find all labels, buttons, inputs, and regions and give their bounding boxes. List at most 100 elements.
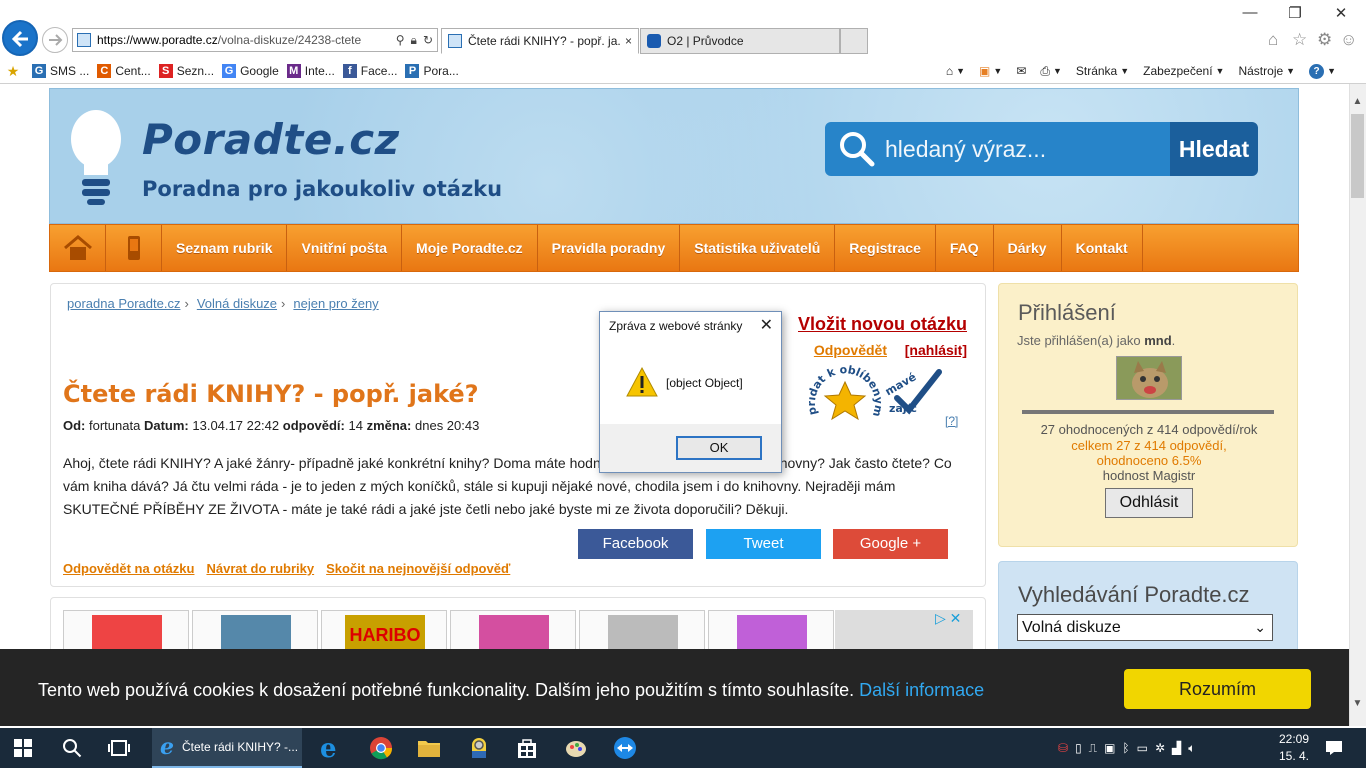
question-body: Ahoj, čtete rádi KNIHY? A jaké žánry- př…	[63, 455, 952, 517]
tray-security-icon[interactable]: ▣	[1104, 741, 1115, 755]
favorite-item[interactable]: S Sezn...	[158, 63, 214, 78]
tab-active[interactable]: Čtete rádi KNIHY? - popř. ja... ×	[441, 28, 639, 54]
cmd-tools[interactable]: Nástroje ▼	[1238, 64, 1295, 78]
chrome-icon[interactable]	[369, 736, 393, 760]
rss-feed-icon[interactable]: ▣ ▼	[979, 64, 1002, 78]
tray-app-icon[interactable]: ⛁	[1058, 741, 1068, 755]
nav-item[interactable]: Kontakt	[1062, 225, 1143, 271]
answer-link[interactable]: Odpovědět	[814, 342, 887, 358]
favorites-star-icon[interactable]: ★	[6, 64, 20, 78]
bluetooth-icon[interactable]: ᛒ	[1122, 741, 1129, 755]
twitter-share-button[interactable]: Tweet	[706, 529, 821, 559]
edge-icon[interactable]: e	[320, 734, 337, 764]
wifi-signal-icon[interactable]: ▟	[1172, 741, 1181, 755]
help-icon[interactable]: ? ▼	[1309, 63, 1336, 79]
battery-icon[interactable]: ▭	[1137, 741, 1148, 755]
scrollbar-thumb[interactable]	[1351, 114, 1364, 198]
tray-safely-remove-icon[interactable]: ⎍	[1089, 741, 1097, 756]
home-icon[interactable]: ⌂	[1268, 30, 1278, 50]
google-plus-share-button[interactable]: Google +	[833, 529, 948, 559]
breadcrumb-home[interactable]: poradna Poradte.cz	[67, 296, 180, 311]
smiley-icon[interactable]: ☺	[1340, 30, 1357, 50]
favorite-item[interactable]: f Face...	[342, 63, 397, 78]
nav-item[interactable]: Pravidla poradny	[538, 225, 681, 271]
minimize-icon[interactable]: —	[1240, 4, 1260, 21]
settings-gear-icon[interactable]: ⚙	[1317, 30, 1332, 50]
minion-app-icon[interactable]	[467, 736, 491, 760]
print-icon[interactable]: ⎙ ▼	[1040, 64, 1062, 79]
avatar[interactable]	[1116, 356, 1182, 400]
jump-to-newest-link[interactable]: Skočit na nejnovější odpověď	[326, 561, 510, 576]
url-text[interactable]: https://www.poradte.cz/volna-diskuze/242…	[97, 33, 392, 47]
favorites-star-icon[interactable]: ☆	[1292, 30, 1307, 50]
favorite-label: Pora...	[423, 63, 459, 78]
favorite-item[interactable]: C Cent...	[97, 63, 151, 78]
favorite-item[interactable]: G SMS ...	[32, 63, 89, 78]
favorite-item[interactable]: G Google	[222, 63, 279, 78]
mail-icon[interactable]: ✉	[1016, 64, 1026, 78]
home-icon[interactable]: ⌂ ▼	[946, 64, 965, 78]
teamviewer-icon[interactable]	[613, 736, 637, 760]
nav-item[interactable]: FAQ	[936, 225, 994, 271]
notification-icon[interactable]	[1325, 740, 1343, 756]
search-icon[interactable]	[62, 738, 82, 758]
nav-home[interactable]	[50, 225, 106, 271]
answer-question-link[interactable]: Odpovědět na otázku	[63, 561, 194, 576]
forward-button[interactable]	[42, 27, 68, 53]
category-select[interactable]: Volná diskuze ⌄	[1017, 614, 1273, 641]
my-answers-checkmark-icon[interactable]: mavé zajíc	[883, 364, 945, 426]
lock-icon[interactable]: 🔒︎	[411, 33, 417, 48]
nav-item[interactable]: Dárky	[994, 225, 1062, 271]
facebook-share-button[interactable]: Facebook	[578, 529, 693, 559]
search-icon[interactable]: ⚲	[396, 33, 405, 48]
cmd-security[interactable]: Zabezpečení ▼	[1143, 64, 1224, 78]
windows-start-icon[interactable]	[14, 739, 32, 757]
nav-item[interactable]: Vnitřní pošta	[287, 225, 403, 271]
help-link[interactable]: [?]	[945, 414, 958, 428]
close-window-icon[interactable]: ✕	[1331, 4, 1351, 22]
ok-button[interactable]: OK	[676, 436, 762, 460]
site-search-input[interactable]	[885, 135, 1165, 163]
taskbar-ie-window[interactable]: e Čtete rádi KNIHY? -...	[152, 728, 302, 768]
task-view-icon[interactable]	[108, 738, 130, 758]
close-tab-icon[interactable]: ×	[625, 34, 632, 48]
new-question-link[interactable]: Vložit novou otázku	[798, 314, 967, 335]
restore-icon[interactable]: ❐	[1285, 4, 1305, 22]
cookie-accept-button[interactable]: Rozumím	[1124, 669, 1311, 709]
nav-item[interactable]: Seznam rubrik	[162, 225, 288, 271]
report-link[interactable]: [nahlásit]	[905, 342, 967, 358]
refresh-icon[interactable]: ↻	[423, 33, 433, 48]
address-bar[interactable]: https://www.poradte.cz/volna-diskuze/242…	[72, 28, 438, 52]
folder-icon[interactable]	[417, 736, 441, 760]
clock[interactable]: 22:09 15. 4. 2017	[1264, 731, 1324, 768]
site-search-box	[825, 122, 1171, 176]
cookie-more-info-link[interactable]: Další informace	[859, 680, 984, 700]
back-to-category-link[interactable]: Návrat do rubriky	[206, 561, 314, 576]
tray-device-icon[interactable]: ▯	[1075, 741, 1082, 755]
favorite-item[interactable]: P Pora...	[405, 63, 459, 78]
new-tab-button[interactable]	[840, 28, 868, 54]
tab-o2[interactable]: O2 | Průvodce	[640, 28, 840, 54]
nav-mobile[interactable]	[106, 225, 162, 271]
scroll-up-arrow-icon[interactable]: ▲	[1349, 96, 1366, 112]
scroll-down-arrow-icon[interactable]: ▼	[1349, 698, 1366, 714]
favorite-item[interactable]: M Inte...	[286, 63, 335, 78]
paint-icon[interactable]	[564, 736, 588, 760]
breadcrumb-subcategory[interactable]: nejen pro ženy	[293, 296, 378, 311]
nav-item[interactable]: Moje Poradte.cz	[402, 225, 538, 271]
nav-item[interactable]: Registrace	[835, 225, 936, 271]
close-icon[interactable]: ✕	[760, 315, 773, 335]
back-button[interactable]	[2, 20, 38, 56]
cmd-page[interactable]: Stránka ▼	[1076, 64, 1129, 78]
volume-mute-icon[interactable]: 🔈︎	[1188, 741, 1195, 756]
adchoices-icon[interactable]: ▷ ✕	[935, 610, 961, 627]
logout-button[interactable]: Odhlásit	[1105, 488, 1193, 518]
store-icon[interactable]	[515, 736, 539, 760]
username[interactable]: mnd	[1144, 333, 1171, 348]
site-logo-title[interactable]: Poradte.cz	[142, 115, 400, 164]
search-button[interactable]: Hledat	[1170, 122, 1258, 176]
add-to-favorites-badge-icon[interactable]: přidat k oblíbeným	[809, 364, 881, 436]
nav-item[interactable]: Statistika uživatelů	[680, 225, 836, 271]
tray-settings-icon[interactable]: ✲	[1155, 741, 1165, 755]
breadcrumb-category[interactable]: Volná diskuze	[197, 296, 277, 311]
